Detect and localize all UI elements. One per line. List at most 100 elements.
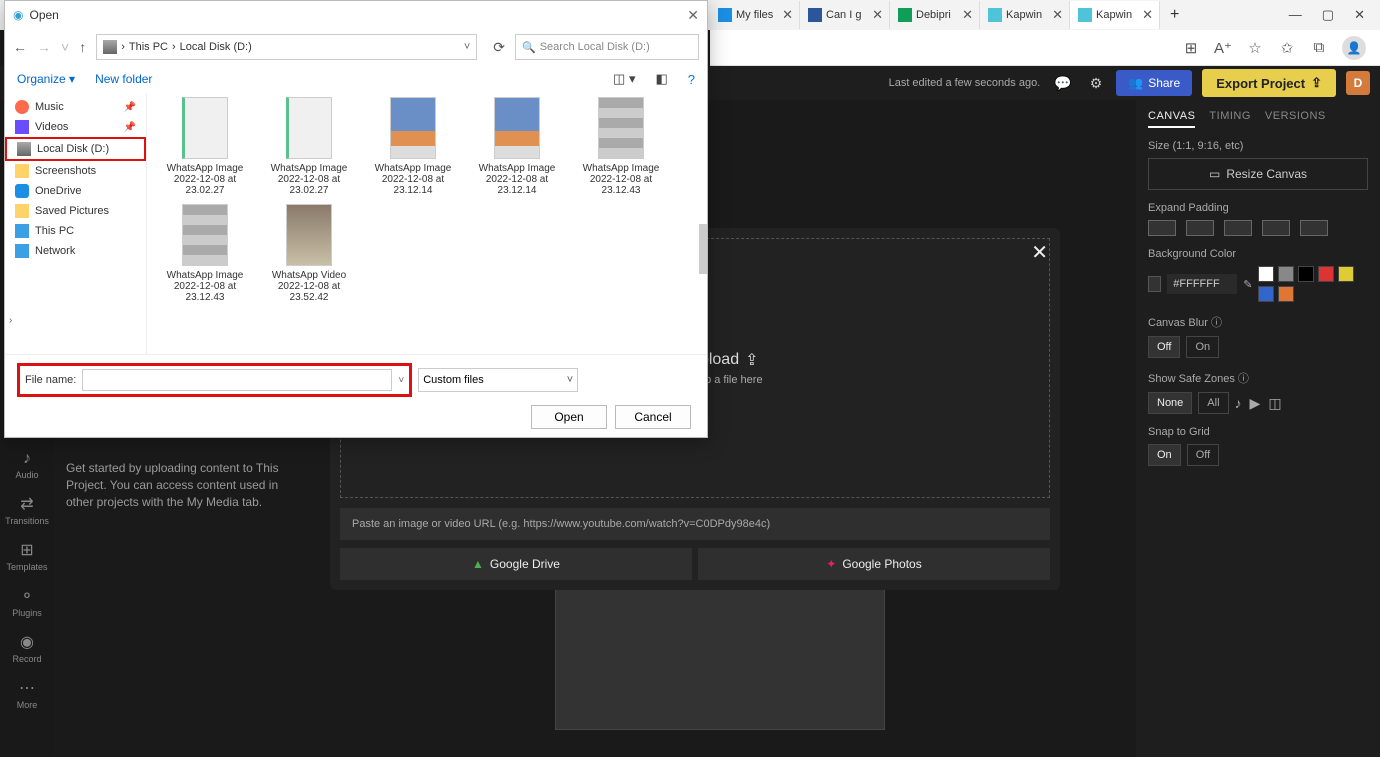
minimize-icon[interactable]: — (1289, 7, 1302, 23)
sidebar-item-onedrive[interactable]: OneDrive (5, 181, 146, 201)
chevron-down-icon[interactable]: ˅ (464, 41, 470, 53)
preview-pane-icon[interactable]: ◧ (655, 71, 667, 87)
safe-all[interactable]: All (1198, 392, 1228, 414)
comments-icon[interactable]: 💬 (1050, 75, 1075, 92)
tool-plugins[interactable]: ⚬Plugins (12, 586, 42, 618)
resize-canvas-button[interactable]: ▭Resize Canvas (1148, 158, 1368, 190)
paste-url-input[interactable]: Paste an image or video URL (e.g. https:… (340, 508, 1050, 540)
tab-timing[interactable]: TIMING (1209, 110, 1251, 128)
pad-option-1[interactable] (1148, 220, 1176, 236)
tab-close-icon[interactable]: ✕ (1142, 7, 1153, 23)
filename-dropdown-icon[interactable]: ˅ (398, 375, 404, 386)
tool-templates[interactable]: ⊞Templates (6, 540, 47, 572)
file-item[interactable]: WhatsApp Image 2022-12-08 at 23.02.27 (261, 97, 357, 196)
browser-tab[interactable]: Can I g✕ (800, 1, 890, 29)
google-drive-button[interactable]: ▲Google Drive (340, 548, 692, 580)
browser-tab[interactable]: My files✕ (710, 1, 800, 29)
pad-option-2[interactable] (1186, 220, 1214, 236)
user-avatar[interactable]: D (1346, 71, 1370, 95)
cancel-button[interactable]: Cancel (615, 405, 691, 429)
nav-back-icon[interactable]: ← (13, 39, 27, 55)
favorite-icon[interactable]: ☆ (1246, 39, 1264, 57)
help-icon[interactable]: ? (688, 72, 695, 87)
bg-swatch-current[interactable] (1148, 276, 1161, 292)
sidebar-item-videos[interactable]: Videos📌 (5, 117, 146, 137)
file-item[interactable]: WhatsApp Image 2022-12-08 at 23.12.14 (469, 97, 565, 196)
instagram-icon[interactable]: ◫ (1268, 395, 1281, 412)
organize-menu[interactable]: Organize ▾ (17, 72, 75, 86)
maximize-icon[interactable]: ▢ (1322, 7, 1334, 23)
dialog-close-icon[interactable]: ✕ (687, 7, 699, 24)
color-swatch[interactable] (1298, 266, 1314, 282)
sidebar-item-this-pc[interactable]: This PC (5, 221, 146, 241)
snap-off[interactable]: Off (1187, 444, 1219, 466)
file-item[interactable]: WhatsApp Image 2022-12-08 at 23.12.14 (365, 97, 461, 196)
bg-color-input[interactable] (1167, 274, 1237, 294)
export-button[interactable]: Export Project⇪ (1202, 69, 1336, 97)
tool-record[interactable]: ◉Record (12, 632, 41, 664)
pad-option-3[interactable] (1224, 220, 1252, 236)
breadcrumb-pc[interactable]: This PC (129, 41, 168, 53)
blur-on[interactable]: On (1186, 336, 1219, 358)
expand-icon[interactable]: › (9, 315, 12, 326)
file-item[interactable]: WhatsApp Image 2022-12-08 at 23.02.27 (157, 97, 253, 196)
tool-transitions[interactable]: ⇄Transitions (5, 494, 49, 526)
tiktok-icon[interactable]: ♪ (1235, 395, 1242, 411)
read-aloud-icon[interactable]: A⁺ (1214, 39, 1232, 57)
favorites-bar-icon[interactable]: ✩ (1278, 39, 1296, 57)
nav-recent-icon[interactable]: ˅ (61, 39, 69, 55)
open-button[interactable]: Open (531, 405, 607, 429)
sidebar-item-music[interactable]: Music📌 (5, 97, 146, 117)
color-swatch[interactable] (1258, 286, 1274, 302)
file-item[interactable]: WhatsApp Image 2022-12-08 at 23.12.43 (573, 97, 669, 196)
profile-icon[interactable]: 👤 (1342, 36, 1366, 60)
file-item[interactable]: WhatsApp Image 2022-12-08 at 23.12.43 (157, 204, 253, 303)
browser-tab[interactable]: Kapwin✕ (1070, 1, 1160, 29)
tab-close-icon[interactable]: ✕ (1052, 7, 1063, 23)
tab-close-icon[interactable]: ✕ (782, 7, 793, 23)
close-window-icon[interactable]: ✕ (1354, 7, 1365, 23)
search-input[interactable]: 🔍 Search Local Disk (D:) (515, 34, 699, 60)
nav-up-icon[interactable]: ↑ (79, 39, 86, 55)
file-item[interactable]: WhatsApp Video 2022-12-08 at 23.52.42 (261, 204, 357, 303)
tab-close-icon[interactable]: ✕ (872, 7, 883, 23)
tab-close-icon[interactable]: ✕ (962, 7, 973, 23)
filename-input[interactable] (82, 369, 392, 391)
new-folder-button[interactable]: New folder (95, 72, 152, 86)
tab-versions[interactable]: VERSIONS (1265, 110, 1326, 128)
sidebar-item-local-disk-d-[interactable]: Local Disk (D:) (5, 137, 146, 161)
view-mode-icon[interactable]: ◫ ▾ (613, 71, 635, 87)
pad-option-4[interactable] (1262, 220, 1290, 236)
pad-option-5[interactable] (1300, 220, 1328, 236)
color-swatch[interactable] (1278, 266, 1294, 282)
sidebar-item-saved-pictures[interactable]: Saved Pictures (5, 201, 146, 221)
youtube-icon[interactable]: ▶ (1250, 395, 1261, 412)
close-icon[interactable]: ✕ (1031, 240, 1048, 265)
new-tab-button[interactable]: + (1160, 6, 1189, 24)
browser-tab[interactable]: Kapwin✕ (980, 1, 1070, 29)
blur-off[interactable]: Off (1148, 336, 1180, 358)
extensions-icon[interactable]: ⊞ (1182, 39, 1200, 57)
info-icon[interactable]: ⓘ (1211, 317, 1222, 329)
address-bar[interactable]: › This PC › Local Disk (D:) ˅ (96, 34, 477, 60)
color-swatch[interactable] (1338, 266, 1354, 282)
collections-icon[interactable]: ⧉ (1310, 39, 1328, 57)
share-button[interactable]: 👥Share (1116, 70, 1192, 96)
filetype-select[interactable]: Custom files ˅ (418, 368, 578, 392)
nav-forward-icon[interactable]: → (37, 39, 51, 55)
safe-none[interactable]: None (1148, 392, 1192, 414)
sidebar-item-network[interactable]: Network (5, 241, 146, 261)
google-photos-button[interactable]: ✦Google Photos (698, 548, 1050, 580)
tool-audio[interactable]: ♪Audio (15, 450, 38, 480)
color-swatch[interactable] (1278, 286, 1294, 302)
settings-icon[interactable]: ⚙ (1086, 75, 1107, 92)
refresh-icon[interactable]: ⟳ (493, 39, 505, 56)
tab-canvas[interactable]: CANVAS (1148, 110, 1195, 128)
color-swatch[interactable] (1258, 266, 1274, 282)
browser-tab[interactable]: Debipri✕ (890, 1, 980, 29)
scrollbar[interactable] (699, 224, 707, 274)
sidebar-item-screenshots[interactable]: Screenshots (5, 161, 146, 181)
eyedropper-icon[interactable]: ✎ (1243, 278, 1252, 291)
color-swatch[interactable] (1318, 266, 1334, 282)
info-icon[interactable]: ⓘ (1238, 373, 1249, 385)
